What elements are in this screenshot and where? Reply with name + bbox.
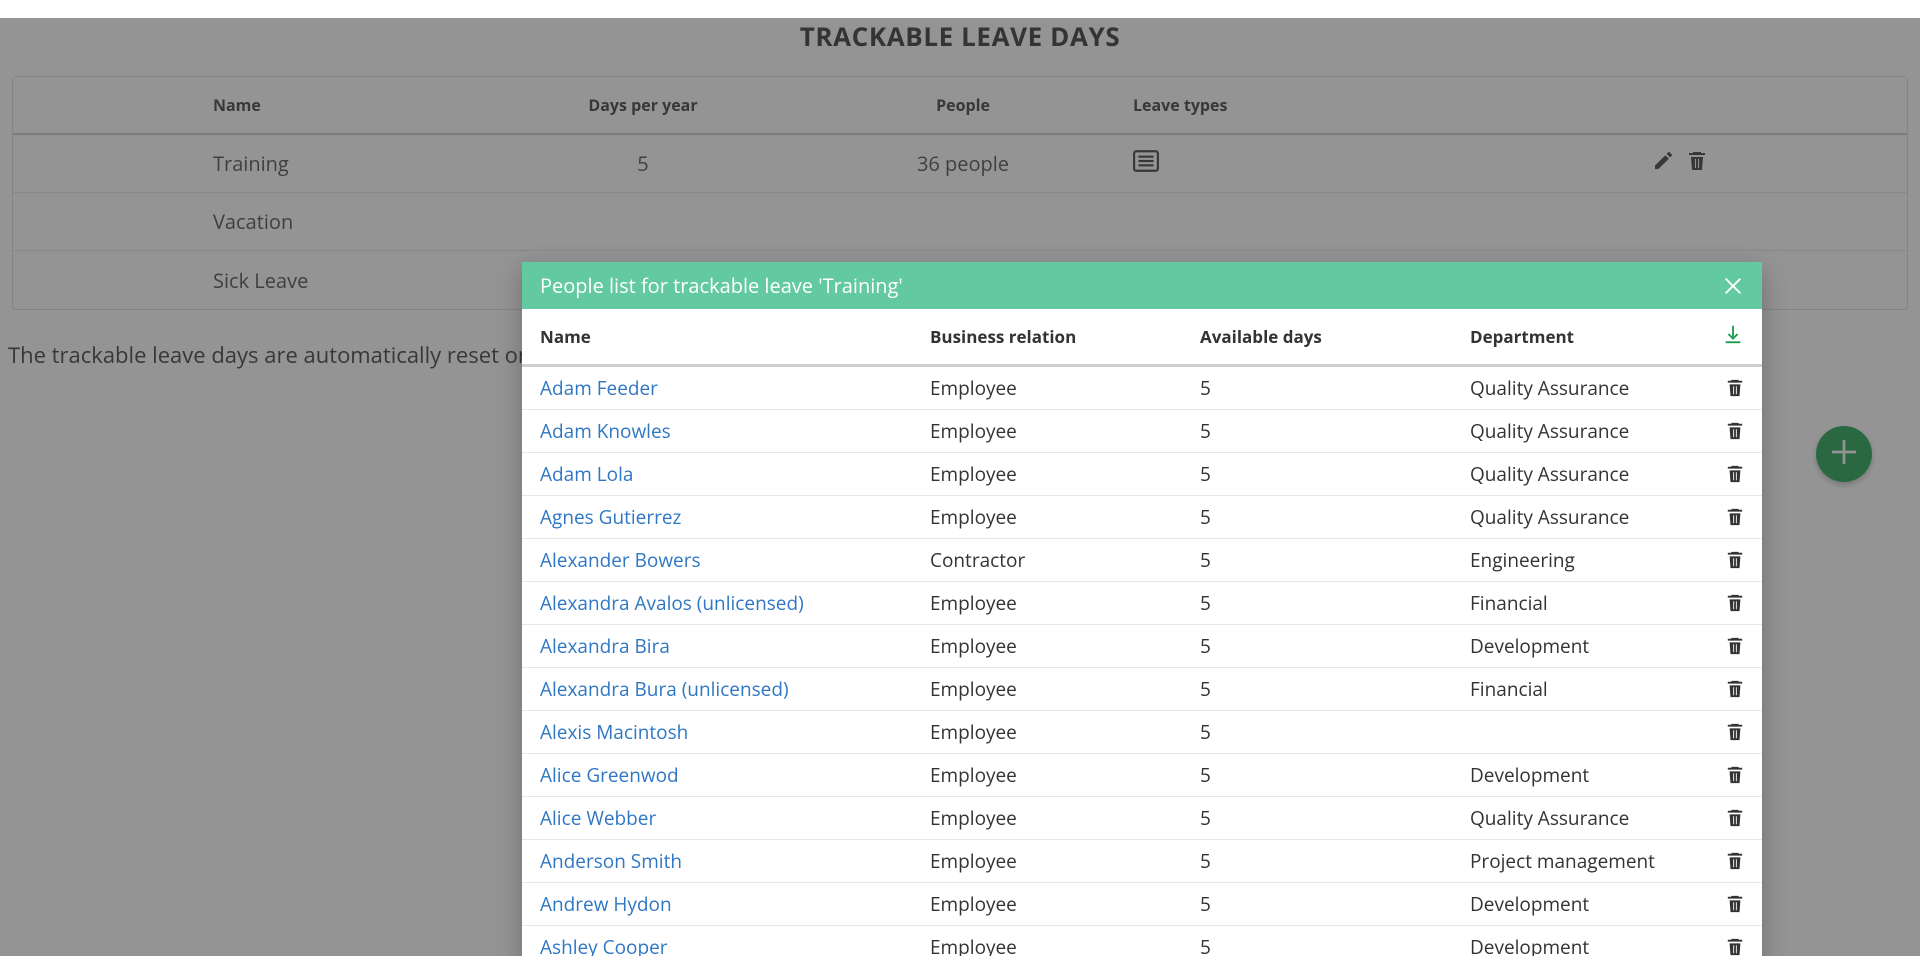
- person-link[interactable]: Adam Lola: [540, 461, 633, 487]
- person-department: Development: [1470, 891, 1700, 917]
- person-relation: Employee: [930, 891, 1200, 917]
- trash-icon[interactable]: [1700, 378, 1744, 398]
- person-days: 5: [1200, 805, 1470, 831]
- person-days: 5: [1200, 590, 1470, 616]
- modal-row: Alexandra Bura (unlicensed) Employee5Fina…: [522, 668, 1762, 711]
- modal-table-header: Name Business relation Available days De…: [522, 309, 1762, 367]
- trash-icon[interactable]: [1700, 808, 1744, 828]
- person-department: Project management: [1470, 848, 1700, 874]
- close-icon[interactable]: [1722, 275, 1744, 297]
- person-days: 5: [1200, 633, 1470, 659]
- person-link[interactable]: Adam Feeder: [540, 375, 658, 401]
- person-days: 5: [1200, 848, 1470, 874]
- person-link[interactable]: Alice Webber: [540, 805, 656, 831]
- person-relation: Employee: [930, 676, 1200, 702]
- person-link[interactable]: Alexander Bowers: [540, 547, 701, 573]
- modal-row: Anderson Smith Employee5Project managemen…: [522, 840, 1762, 883]
- person-link[interactable]: Alexandra Bira: [540, 633, 670, 659]
- person-days: 5: [1200, 934, 1470, 956]
- modal-row: Ashley Cooper Employee5Development: [522, 926, 1762, 956]
- person-link[interactable]: Alexis Macintosh: [540, 719, 688, 745]
- modal-row: Alexis Macintosh Employee5: [522, 711, 1762, 754]
- person-days: 5: [1200, 504, 1470, 530]
- trash-icon[interactable]: [1700, 550, 1744, 570]
- person-link[interactable]: Agnes Gutierrez: [540, 504, 681, 530]
- trash-icon[interactable]: [1700, 636, 1744, 656]
- trash-icon[interactable]: [1700, 765, 1744, 785]
- modal-row: Alexandra Avalos (unlicensed) Employee5Fi…: [522, 582, 1762, 625]
- modal-row: Adam Feeder Employee5Quality Assurance: [522, 367, 1762, 410]
- person-relation: Employee: [930, 762, 1200, 788]
- person-link[interactable]: Ashley Cooper: [540, 934, 668, 956]
- person-days: 5: [1200, 461, 1470, 487]
- person-relation: Employee: [930, 504, 1200, 530]
- person-department: Development: [1470, 633, 1700, 659]
- modal-col-relation: Business relation: [930, 325, 1200, 348]
- person-department: Engineering: [1470, 547, 1700, 573]
- modal-row: Alice Greenwod Employee5Development: [522, 754, 1762, 797]
- modal-col-department: Department: [1470, 325, 1700, 348]
- trash-icon[interactable]: [1700, 464, 1744, 484]
- person-link[interactable]: Alexandra Avalos (unlicensed): [540, 590, 804, 616]
- person-days: 5: [1200, 676, 1470, 702]
- trash-icon[interactable]: [1700, 507, 1744, 527]
- modal-row: Alexandra Bira Employee5Development: [522, 625, 1762, 668]
- modal-title: People list for trackable leave 'Trainin…: [540, 272, 903, 299]
- person-days: 5: [1200, 719, 1470, 745]
- modal-row: Alexander Bowers Contractor5Engineering: [522, 539, 1762, 582]
- trash-icon[interactable]: [1700, 851, 1744, 871]
- modal-rows-container: Adam FeederEmployee5Quality AssuranceAda…: [522, 367, 1762, 956]
- modal-header: People list for trackable leave 'Trainin…: [522, 262, 1762, 309]
- modal-row: Agnes Gutierrez Employee5Quality Assuranc…: [522, 496, 1762, 539]
- person-relation: Employee: [930, 461, 1200, 487]
- person-days: 5: [1200, 418, 1470, 444]
- modal-col-days: Available days: [1200, 325, 1470, 348]
- person-relation: Employee: [930, 418, 1200, 444]
- person-department: Financial: [1470, 676, 1700, 702]
- person-department: Quality Assurance: [1470, 418, 1700, 444]
- person-link[interactable]: Alexandra Bura (unlicensed): [540, 676, 789, 702]
- trash-icon[interactable]: [1700, 593, 1744, 613]
- person-department: Development: [1470, 934, 1700, 956]
- person-department: Quality Assurance: [1470, 461, 1700, 487]
- person-relation: Employee: [930, 848, 1200, 874]
- person-link[interactable]: Anderson Smith: [540, 848, 682, 874]
- modal-row: Andrew Hydon Employee5Development: [522, 883, 1762, 926]
- person-department: Financial: [1470, 590, 1700, 616]
- person-link[interactable]: Andrew Hydon: [540, 891, 672, 917]
- person-days: 5: [1200, 762, 1470, 788]
- people-list-modal: People list for trackable leave 'Trainin…: [522, 262, 1762, 956]
- person-days: 5: [1200, 547, 1470, 573]
- person-relation: Contractor: [930, 547, 1200, 573]
- person-relation: Employee: [930, 590, 1200, 616]
- modal-row: Adam Knowles Employee5Quality Assurance: [522, 410, 1762, 453]
- trash-icon[interactable]: [1700, 894, 1744, 914]
- person-link[interactable]: Alice Greenwod: [540, 762, 679, 788]
- person-link[interactable]: Adam Knowles: [540, 418, 671, 444]
- modal-col-name: Name: [540, 325, 930, 348]
- download-icon[interactable]: [1700, 323, 1744, 350]
- person-department: Quality Assurance: [1470, 375, 1700, 401]
- trash-icon[interactable]: [1700, 722, 1744, 742]
- person-department: Quality Assurance: [1470, 504, 1700, 530]
- person-relation: Employee: [930, 719, 1200, 745]
- person-relation: Employee: [930, 633, 1200, 659]
- trash-icon[interactable]: [1700, 421, 1744, 441]
- trash-icon[interactable]: [1700, 937, 1744, 956]
- trash-icon[interactable]: [1700, 679, 1744, 699]
- person-days: 5: [1200, 891, 1470, 917]
- person-department: Development: [1470, 762, 1700, 788]
- modal-row: Adam Lola Employee5Quality Assurance: [522, 453, 1762, 496]
- person-days: 5: [1200, 375, 1470, 401]
- person-relation: Employee: [930, 375, 1200, 401]
- person-relation: Employee: [930, 934, 1200, 956]
- person-department: Quality Assurance: [1470, 805, 1700, 831]
- modal-row: Alice Webber Employee5Quality Assurance: [522, 797, 1762, 840]
- person-relation: Employee: [930, 805, 1200, 831]
